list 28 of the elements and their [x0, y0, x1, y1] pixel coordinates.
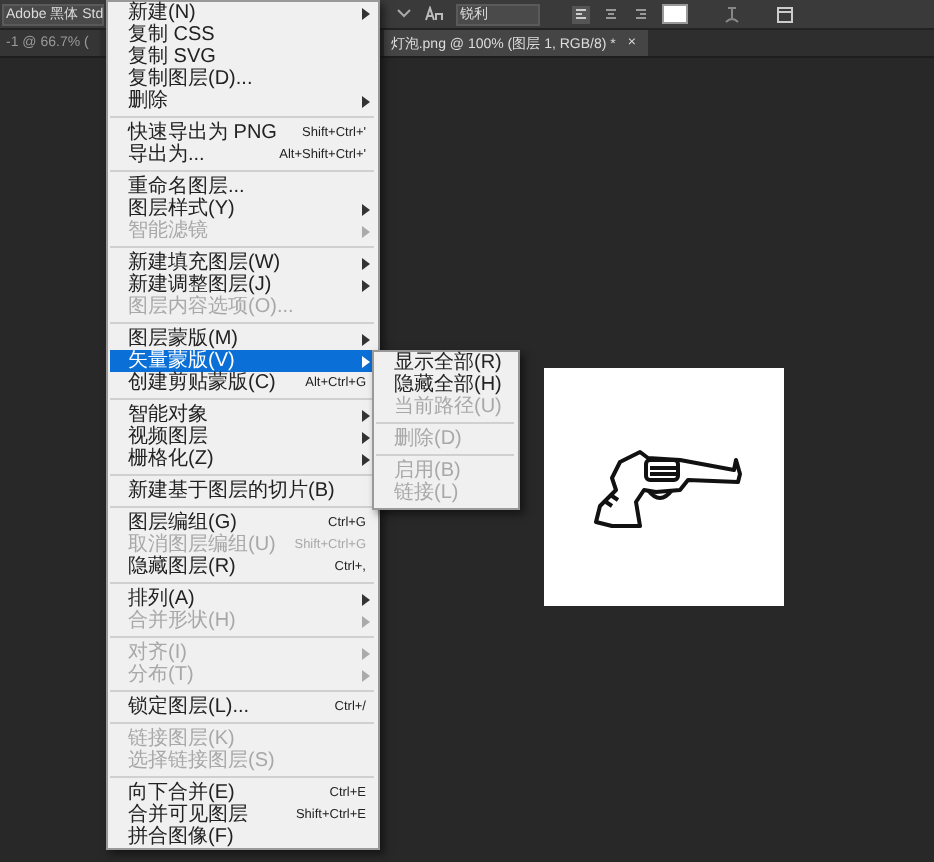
menu-item[interactable]: 智能对象 — [110, 404, 374, 426]
menu-item[interactable]: 重命名图层... — [110, 176, 374, 198]
menu-item[interactable]: 复制 CSS — [110, 24, 374, 46]
align-right-icon[interactable] — [632, 5, 650, 23]
submenu-arrow-icon — [362, 7, 370, 19]
submenu-arrow-icon — [362, 95, 370, 107]
menu-item[interactable]: 新建调整图层(J) — [110, 274, 374, 296]
menu-item[interactable]: 排列(A) — [110, 588, 374, 610]
menu-item[interactable]: 删除 — [110, 90, 374, 112]
panels-icon[interactable] — [776, 5, 794, 23]
menu-item[interactable]: 拼合图像(F) — [110, 826, 374, 848]
menu-item[interactable]: 复制图层(D)... — [110, 68, 374, 90]
menu-item[interactable]: 视频图层 — [110, 426, 374, 448]
menu-item[interactable]: 图层样式(Y) — [110, 198, 374, 220]
text-color-swatch[interactable] — [662, 4, 688, 24]
menu-item[interactable]: 显示全部(R) — [376, 352, 514, 374]
menu-item[interactable]: 栅格化(Z) — [110, 448, 374, 470]
align-center-icon[interactable] — [602, 5, 620, 23]
menu-item[interactable]: 隐藏全部(H) — [376, 374, 514, 396]
menu-item[interactable]: 新建填充图层(W) — [110, 252, 374, 274]
align-left-icon[interactable] — [572, 5, 590, 23]
menu-item[interactable]: 新建(N) — [110, 2, 374, 24]
warp-text-icon[interactable] — [724, 5, 740, 23]
font-size-icon — [424, 6, 444, 22]
menu-item[interactable]: 新建基于图层的切片(B) — [110, 480, 374, 502]
menu-item[interactable]: 矢量蒙版(V) — [110, 350, 374, 372]
menu-item[interactable]: 图层蒙版(M) — [110, 328, 374, 350]
menu-item[interactable]: 复制 SVG — [110, 46, 374, 68]
